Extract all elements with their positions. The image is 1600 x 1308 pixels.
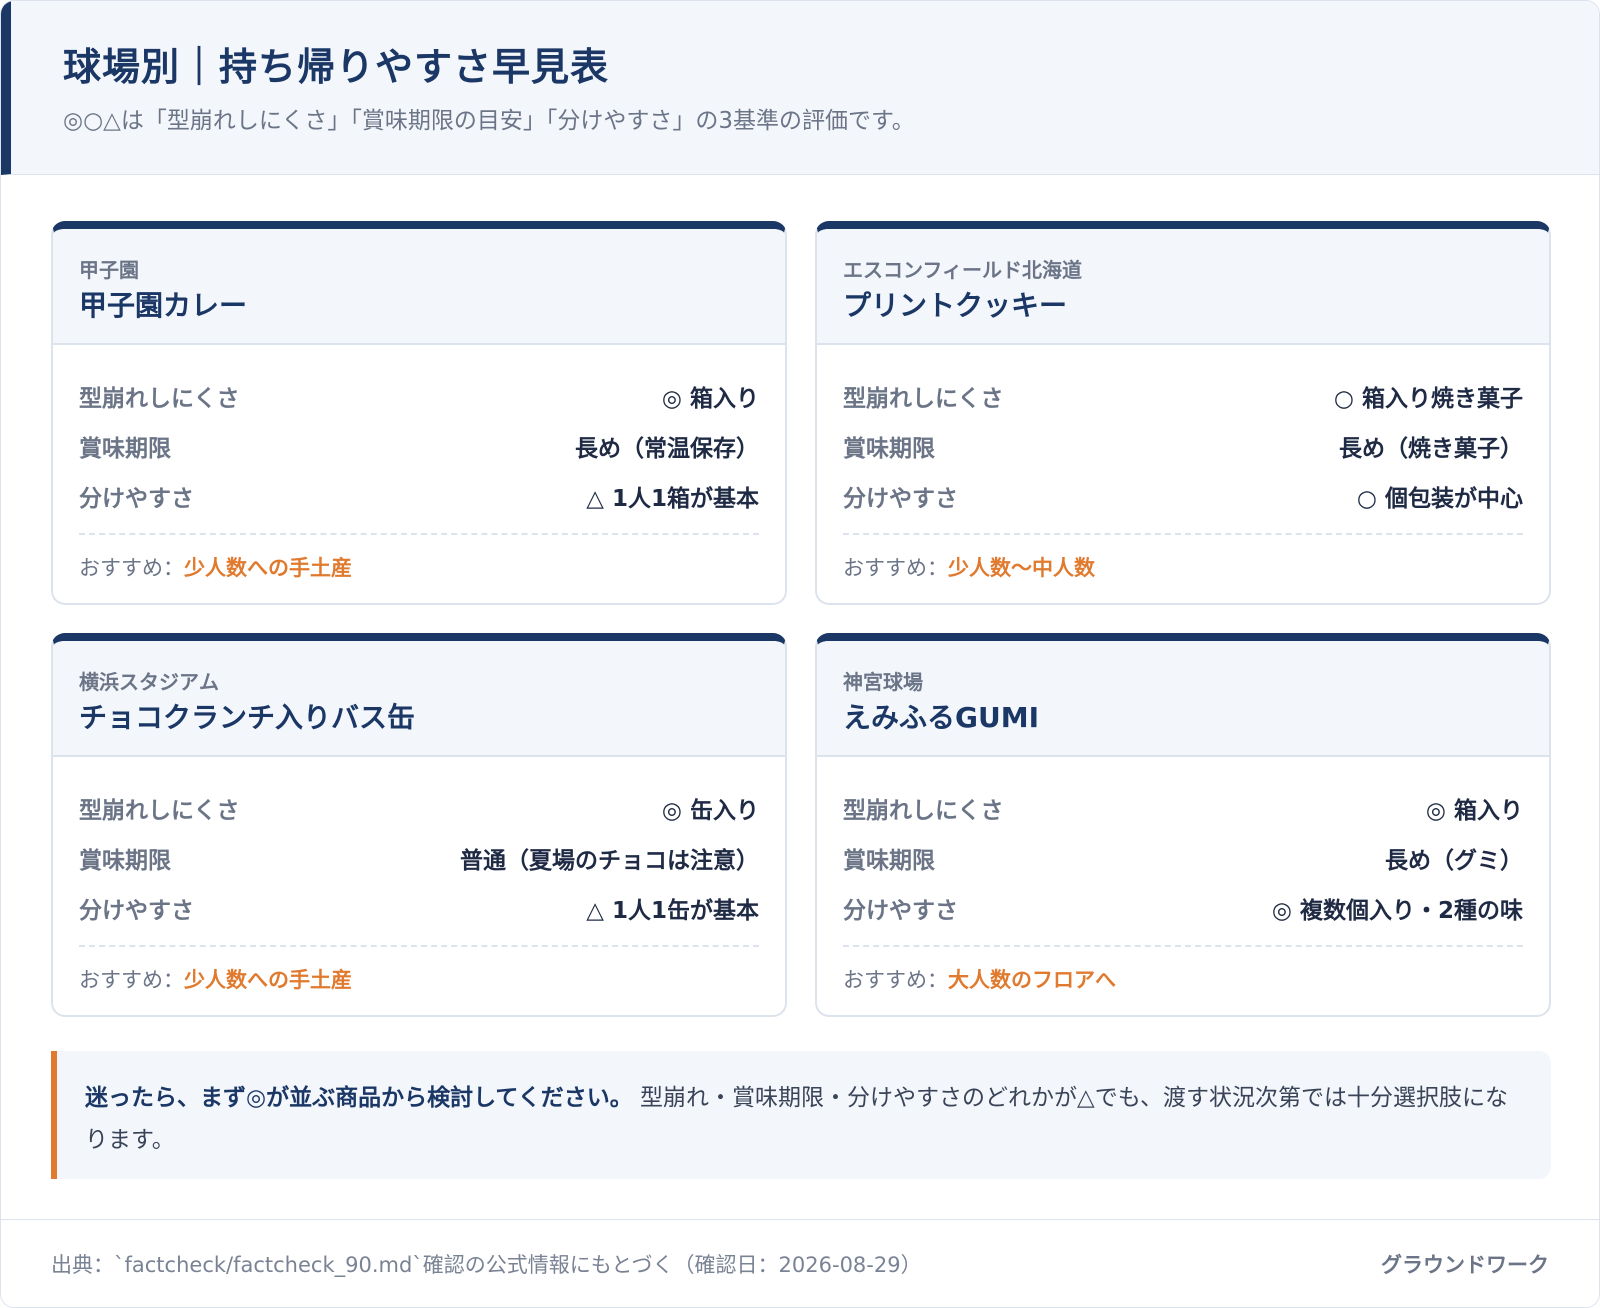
recommendation-value: 大人数のフロアへ — [948, 968, 1116, 992]
rating-value: 長め（常温保存） — [575, 436, 759, 462]
advice-note-lead: 迷ったら、まず◎が並ぶ商品から検討してください。 — [85, 1085, 633, 1111]
rating-label: 賞味期限 — [79, 436, 171, 462]
product-name: チョコクランチ入りバス缶 — [79, 701, 416, 734]
recommendation: おすすめ：少人数への手土産 — [79, 535, 759, 583]
rating-value: ◎ 箱入り — [661, 386, 759, 412]
card-header: エスコンフィールド北海道 プリントクッキー — [817, 229, 1549, 345]
venue-name: 横浜スタジアム — [79, 670, 219, 694]
recommendation: おすすめ：大人数のフロアへ — [843, 947, 1523, 995]
rating-row: 型崩れしにくさ ◎ 箱入り — [843, 783, 1523, 833]
rating-value: 長め（グミ） — [1385, 848, 1523, 874]
venue-card-koshien: 甲子園 甲子園カレー 型崩れしにくさ ◎ 箱入り 賞味期限 長め（常温保存） 分… — [51, 221, 787, 605]
product-name: プリントクッキー — [843, 289, 1068, 322]
rating-row: 分けやすさ △ 1人1缶が基本 — [79, 883, 759, 933]
rating-label: 分けやすさ — [843, 898, 958, 924]
venue-name: 神宮球場 — [843, 670, 923, 694]
rating-label: 分けやすさ — [79, 486, 194, 512]
page-title: 球場別｜持ち帰りやすさ早見表 — [63, 45, 610, 89]
rating-value: ◎ 箱入り — [1425, 798, 1523, 824]
rating-row: 分けやすさ ◎ 複数個入り・2種の味 — [843, 883, 1523, 933]
page-footer: 出典：`factcheck/factcheck_90.md`確認の公式情報にもと… — [1, 1219, 1599, 1307]
recommendation-prefix: おすすめ： — [79, 556, 184, 580]
venue-card-jingu: 神宮球場 えみふるGUMI 型崩れしにくさ ◎ 箱入り 賞味期限 長め（グミ） … — [815, 633, 1551, 1017]
card-body: 型崩れしにくさ ◎ 箱入り 賞味期限 長め（グミ） 分けやすさ ◎ 複数個入り・… — [817, 757, 1549, 995]
rating-label: 分けやすさ — [843, 486, 958, 512]
venue-name: エスコンフィールド北海道 — [843, 258, 1082, 282]
recommendation-value: 少人数〜中人数 — [948, 556, 1095, 580]
recommendation-value: 少人数への手土産 — [184, 968, 352, 992]
rating-label: 分けやすさ — [79, 898, 194, 924]
rating-label: 型崩れしにくさ — [79, 798, 240, 824]
card-body: 型崩れしにくさ ○ 箱入り焼き菓子 賞味期限 長め（焼き菓子） 分けやすさ ○ … — [817, 345, 1549, 583]
rating-value: 長め（焼き菓子） — [1339, 436, 1523, 462]
rating-value: ◎ 缶入り — [661, 798, 759, 824]
page-subtitle: ◎○△は「型崩れしにくさ」「賞味期限の目安」「分けやすさ」の3基準の評価です。 — [63, 108, 915, 134]
rating-label: 賞味期限 — [79, 848, 171, 874]
rating-label: 賞味期限 — [843, 848, 935, 874]
rating-value: △ 1人1箱が基本 — [586, 486, 759, 512]
venue-name: 甲子園 — [79, 258, 139, 282]
recommendation: おすすめ：少人数への手土産 — [79, 947, 759, 995]
recommendation-prefix: おすすめ： — [843, 968, 948, 992]
rating-row: 賞味期限 長め（常温保存） — [79, 421, 759, 471]
card-header: 甲子園 甲子園カレー — [53, 229, 785, 345]
rating-row: 型崩れしにくさ ◎ 缶入り — [79, 783, 759, 833]
brand-name: グラウンドワーク — [1381, 1252, 1549, 1277]
product-name: 甲子園カレー — [79, 289, 248, 322]
page-header: 球場別｜持ち帰りやすさ早見表 ◎○△は「型崩れしにくさ」「賞味期限の目安」「分け… — [1, 1, 1599, 175]
rating-row: 分けやすさ ○ 個包装が中心 — [843, 471, 1523, 521]
rating-label: 型崩れしにくさ — [843, 798, 1004, 824]
rating-value: 普通（夏場のチョコは注意） — [460, 848, 759, 874]
page-frame: 球場別｜持ち帰りやすさ早見表 ◎○△は「型崩れしにくさ」「賞味期限の目安」「分け… — [0, 0, 1600, 1308]
source-citation: 出典：`factcheck/factcheck_90.md`確認の公式情報にもと… — [51, 1252, 922, 1277]
card-header: 神宮球場 えみふるGUMI — [817, 641, 1549, 757]
card-header: 横浜スタジアム チョコクランチ入りバス缶 — [53, 641, 785, 757]
rating-label: 型崩れしにくさ — [843, 386, 1004, 412]
rating-value: ○ 個包装が中心 — [1356, 486, 1523, 512]
recommendation-value: 少人数への手土産 — [184, 556, 352, 580]
product-name: えみふるGUMI — [843, 701, 1040, 734]
card-body: 型崩れしにくさ ◎ 缶入り 賞味期限 普通（夏場のチョコは注意） 分けやすさ △… — [53, 757, 785, 995]
rating-row: 分けやすさ △ 1人1箱が基本 — [79, 471, 759, 521]
rating-value: ○ 箱入り焼き菓子 — [1333, 386, 1523, 412]
rating-row: 賞味期限 普通（夏場のチョコは注意） — [79, 833, 759, 883]
rating-row: 賞味期限 長め（グミ） — [843, 833, 1523, 883]
card-body: 型崩れしにくさ ◎ 箱入り 賞味期限 長め（常温保存） 分けやすさ △ 1人1箱… — [53, 345, 785, 583]
rating-row: 型崩れしにくさ ◎ 箱入り — [79, 371, 759, 421]
rating-row: 型崩れしにくさ ○ 箱入り焼き菓子 — [843, 371, 1523, 421]
recommendation-prefix: おすすめ： — [843, 556, 948, 580]
rating-value: △ 1人1缶が基本 — [586, 898, 759, 924]
rating-label: 賞味期限 — [843, 436, 935, 462]
venue-card-escon: エスコンフィールド北海道 プリントクッキー 型崩れしにくさ ○ 箱入り焼き菓子 … — [815, 221, 1551, 605]
advice-note: 迷ったら、まず◎が並ぶ商品から検討してください。 型崩れ・賞味期限・分けやすさの… — [51, 1051, 1551, 1179]
rating-value: ◎ 複数個入り・2種の味 — [1271, 898, 1523, 924]
recommendation: おすすめ：少人数〜中人数 — [843, 535, 1523, 583]
rating-row: 賞味期限 長め（焼き菓子） — [843, 421, 1523, 471]
recommendation-prefix: おすすめ： — [79, 968, 184, 992]
venue-card-yokohama: 横浜スタジアム チョコクランチ入りバス缶 型崩れしにくさ ◎ 缶入り 賞味期限 … — [51, 633, 787, 1017]
card-grid: 甲子園 甲子園カレー 型崩れしにくさ ◎ 箱入り 賞味期限 長め（常温保存） 分… — [51, 221, 1551, 1017]
rating-label: 型崩れしにくさ — [79, 386, 240, 412]
